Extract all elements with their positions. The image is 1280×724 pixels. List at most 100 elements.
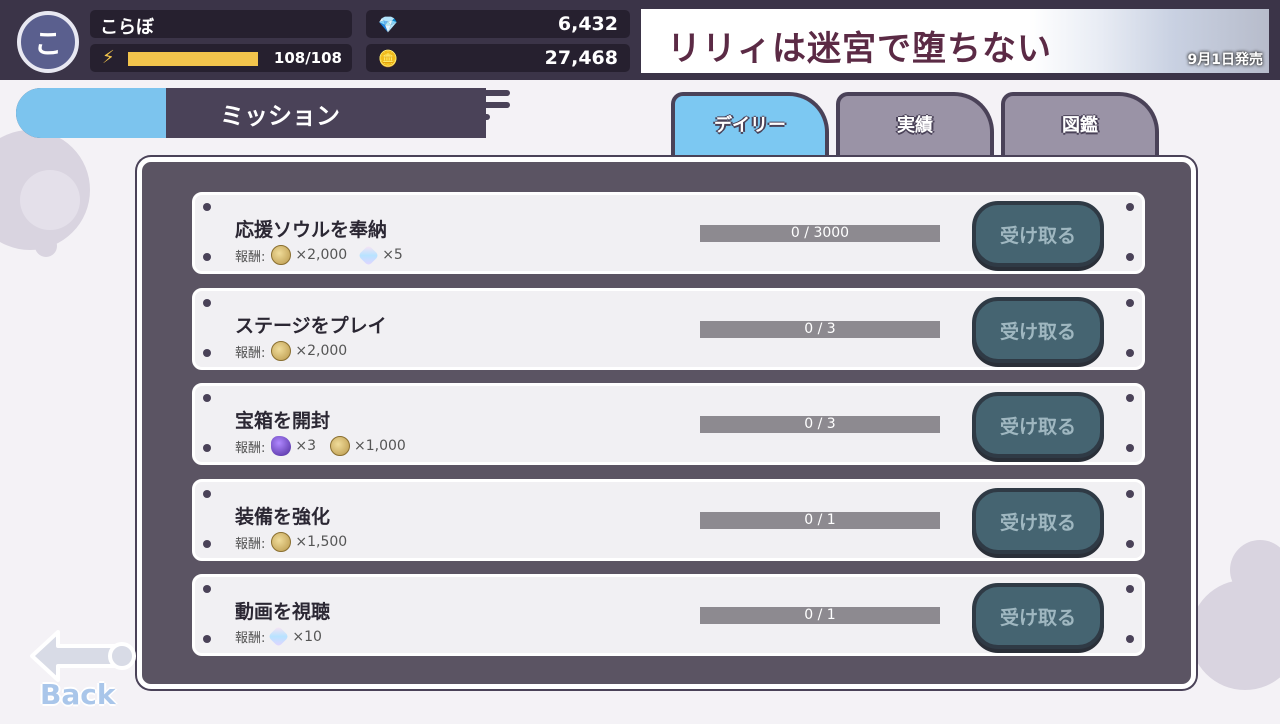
reward-list: 報酬: ×3 ×1,000 — [235, 436, 420, 456]
tab-label: 図鑑 — [1062, 115, 1098, 136]
tab-label: デイリー — [714, 115, 786, 136]
rivet-dot — [1126, 203, 1134, 211]
rivet-dot — [1126, 635, 1134, 643]
rivet-dot — [203, 203, 211, 211]
page-title: ミッション — [220, 102, 340, 130]
progress-bar: 0 / 1 — [700, 607, 940, 624]
claim-button[interactable]: 受け取る — [972, 201, 1104, 267]
back-label: Back — [40, 678, 116, 711]
rivet-dot — [203, 253, 211, 261]
rivet-dot — [203, 299, 211, 307]
player-name: こらぼ — [100, 17, 154, 38]
progress-bar: 0 / 3000 — [700, 225, 940, 242]
coin-counter[interactable]: 🪙 27,468 — [366, 44, 630, 72]
reward-amount: ×3 — [295, 438, 317, 454]
claim-button[interactable]: 受け取る — [972, 488, 1104, 554]
reward-amount: ×1,000 — [354, 438, 406, 454]
mission-name: ステージをプレイ — [235, 315, 387, 337]
lightning-icon: ⚡ — [102, 47, 115, 68]
tab-encyclopedia[interactable]: 図鑑 — [1001, 92, 1159, 158]
coin-icon — [271, 341, 292, 361]
rivet-dot — [203, 394, 211, 402]
gem-icon — [358, 244, 380, 266]
stamina-bar — [128, 52, 258, 66]
reward-amount: ×1,500 — [295, 534, 348, 550]
claim-button[interactable]: 受け取る — [972, 583, 1104, 649]
mission-name: 応援ソウルを奉納 — [235, 219, 388, 241]
rivet-dot — [1126, 490, 1134, 498]
rivet-dot — [203, 540, 211, 548]
coin-icon: 🪙 — [378, 49, 398, 68]
claim-button[interactable]: 受け取る — [972, 297, 1104, 363]
reward-item: ×2,000 — [271, 341, 347, 361]
reward-label: 報酬: — [235, 536, 266, 552]
reward-item: ×1,500 — [271, 532, 347, 552]
mission-row: 動画を視聴報酬: ×10 0 / 1 受け取る — [192, 574, 1145, 656]
reward-list: 報酬: ×1,500 — [235, 532, 361, 552]
gem-icon: 💎 — [378, 15, 398, 34]
rivet-dot — [203, 490, 211, 498]
progress-bar: 0 / 3 — [700, 321, 940, 338]
rivet-dot — [1126, 394, 1134, 402]
banner-title: リリィは迷宮で堕ちない — [667, 29, 1052, 69]
tab-achievements[interactable]: 実績 — [836, 92, 994, 158]
avatar[interactable]: こ — [17, 11, 79, 73]
reward-list: 報酬: ×2,000 — [235, 341, 361, 361]
gem-counter[interactable]: 💎 6,432 — [366, 10, 630, 38]
mission-row: 応援ソウルを奉納報酬: ×2,000 ×5 0 / 3000 受け取る — [192, 192, 1145, 274]
reward-label: 報酬: — [235, 440, 266, 456]
mission-name: 動画を視聴 — [235, 601, 331, 623]
rivet-dot — [1126, 349, 1134, 357]
progress-bar: 0 / 1 — [700, 512, 940, 529]
reward-item: ×5 — [358, 244, 403, 266]
rivet-dot — [203, 585, 211, 593]
player-name-panel: こらぼ — [90, 10, 352, 38]
mission-row: ステージをプレイ報酬: ×2,000 0 / 3 受け取る — [192, 288, 1145, 370]
mission-name: 装備を強化 — [235, 506, 331, 528]
rivet-dot — [1126, 444, 1134, 452]
reward-item: ×1,000 — [330, 436, 406, 456]
reward-label: 報酬: — [235, 631, 266, 646]
progress-bar: 0 / 3 — [700, 416, 940, 433]
gem-amount: 6,432 — [557, 13, 618, 35]
claim-button[interactable]: 受け取る — [972, 392, 1104, 458]
rivet-dot — [1126, 253, 1134, 261]
rivet-dot — [203, 349, 211, 357]
gem-icon — [268, 625, 290, 648]
tab-daily[interactable]: デイリー — [671, 92, 829, 158]
ore-icon — [271, 436, 292, 456]
coin-icon — [271, 532, 292, 552]
reward-label: 報酬: — [235, 345, 266, 361]
coin-amount: 27,468 — [544, 47, 618, 69]
stamina-panel: ⚡ 108/108 — [90, 44, 352, 72]
rivet-dot — [203, 444, 211, 452]
top-status-bar: こ こらぼ ⚡ 108/108 💎 6,432 🪙 27,468 リリィは迷宮で… — [0, 0, 1280, 80]
coin-icon — [271, 245, 292, 265]
reward-amount: ×5 — [382, 247, 403, 263]
reward-list: 報酬: ×10 — [235, 625, 336, 648]
mission-row: 装備を強化報酬: ×1,500 0 / 1 受け取る — [192, 479, 1145, 561]
rivet-dot — [1126, 585, 1134, 593]
section-title-accent — [16, 88, 166, 138]
rivet-dot — [1126, 299, 1134, 307]
stamina-value: 108/108 — [273, 49, 342, 67]
reward-item: ×10 — [268, 625, 322, 648]
banner-release-date: 9月1日発売 — [1187, 52, 1263, 68]
rivet-dot — [203, 635, 211, 643]
coin-icon — [330, 436, 351, 456]
reward-list: 報酬: ×2,000 ×5 — [235, 244, 417, 266]
promo-banner[interactable]: リリィは迷宮で堕ちない 9月1日発売 — [641, 9, 1269, 73]
reward-item: ×2,000 — [271, 245, 347, 265]
reward-amount: ×2,000 — [295, 343, 348, 359]
background-blob — [20, 170, 80, 230]
back-button[interactable]: Back — [22, 622, 140, 718]
mission-panel: 応援ソウルを奉納 報酬: ×2,000 ×5 0 / 3000 受け取る ステージをプレイ報… — [137, 157, 1196, 689]
reward-amount: ×10 — [292, 628, 322, 645]
title-decoration — [450, 90, 510, 126]
tab-label: 実績 — [897, 115, 933, 136]
rivet-dot — [1126, 540, 1134, 548]
reward-item: ×3 — [271, 436, 316, 456]
background-blob — [35, 235, 57, 257]
mission-name: 宝箱を開封 — [235, 410, 331, 432]
reward-label: 報酬: — [235, 249, 266, 265]
